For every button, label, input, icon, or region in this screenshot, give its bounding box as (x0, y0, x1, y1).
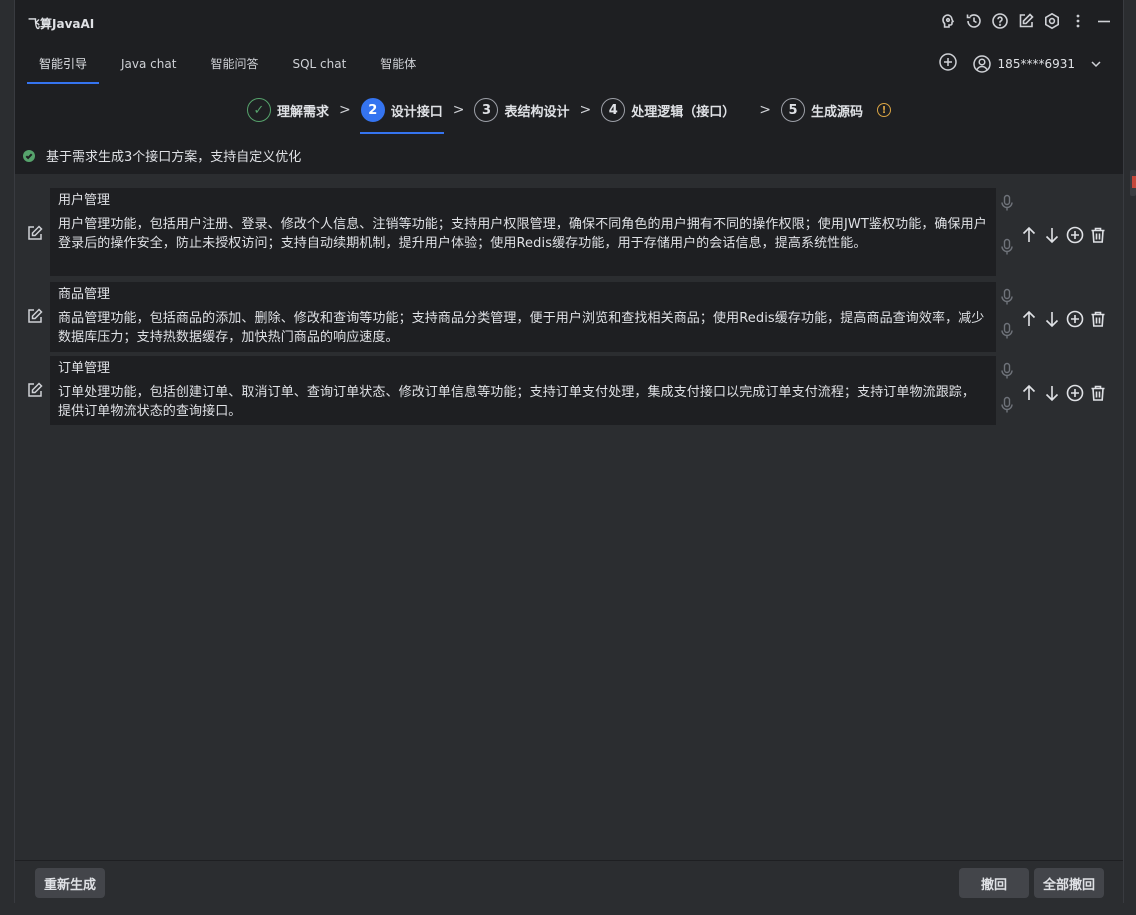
row-actions (1020, 226, 1107, 244)
interface-description: 订单处理功能，包括创建订单、取消订单、查询订单状态、修改订单信息等功能；支持订单… (58, 385, 976, 419)
interface-title: 用户管理 (58, 193, 111, 208)
undo-button[interactable]: 撤回 (959, 868, 1029, 898)
microphone-icon[interactable] (1000, 238, 1014, 256)
user-phone: 185****6931 (997, 57, 1075, 71)
help-icon[interactable] (991, 12, 1009, 30)
interface-description: 用户管理功能，包括用户注册、登录、修改个人信息、注销等功能；支持用户权限管理，确… (58, 217, 987, 251)
footer-bar: 重新生成 撤回 全部撤回 (15, 860, 1123, 903)
interface-card[interactable]: 用户管理 用户管理功能，包括用户注册、登录、修改个人信息、注销等功能；支持用户权… (50, 188, 996, 276)
trash-icon[interactable] (1089, 384, 1107, 402)
step-number: 2 (360, 98, 385, 122)
edit-icon[interactable] (26, 224, 44, 242)
move-up-icon[interactable] (1020, 384, 1038, 402)
chevron-right-icon: > (759, 102, 771, 118)
minimize-icon[interactable] (1095, 12, 1113, 30)
tab-java-chat[interactable]: Java chat (109, 44, 188, 84)
step-label: 生成源码 (810, 104, 863, 120)
settings-icon[interactable] (1043, 12, 1061, 30)
user-menu[interactable]: 185****6931 (972, 54, 1103, 74)
regenerate-button[interactable]: 重新生成 (35, 868, 105, 898)
step-label: 设计接口 (390, 104, 443, 120)
trash-icon[interactable] (1089, 226, 1107, 244)
step-processing-logic[interactable]: 4 处理逻辑（接口） (601, 90, 735, 130)
interface-card[interactable]: 商品管理 商品管理功能，包括商品的添加、删除、修改和查询等功能；支持商品分类管理… (50, 282, 996, 352)
step-label: 处理逻辑（接口） (631, 104, 736, 120)
tab-smart-qa[interactable]: 智能问答 (198, 44, 270, 84)
tab-smart-guide[interactable]: 智能引导 (27, 44, 100, 84)
user-avatar-icon (972, 55, 991, 73)
microphone-icon[interactable] (1000, 194, 1014, 212)
chevron-right-icon: > (339, 102, 351, 118)
chevron-right-icon: > (452, 102, 465, 118)
ai-brain-icon[interactable] (939, 12, 957, 30)
header-actions: 185****6931 (938, 52, 1103, 76)
title-toolbar (939, 12, 1113, 30)
interface-title: 订单管理 (58, 361, 111, 376)
undo-all-button[interactable]: 全部撤回 (1034, 868, 1104, 898)
list-item: 商品管理 商品管理功能，包括商品的添加、删除、修改和查询等功能；支持商品分类管理… (15, 282, 1123, 352)
edit-note-icon[interactable] (1017, 12, 1035, 30)
step-check-icon: ✓ (246, 98, 271, 122)
move-down-icon[interactable] (1043, 384, 1061, 402)
interface-description: 商品管理功能，包括商品的添加、删除、修改和查询等功能；支持商品分类管理，便于用户… (58, 311, 985, 345)
list-item: 用户管理 用户管理功能，包括用户注册、登录、修改个人信息、注销等功能；支持用户权… (15, 188, 1123, 278)
move-up-icon[interactable] (1020, 310, 1038, 328)
microphone-icon[interactable] (1000, 288, 1014, 306)
move-up-icon[interactable] (1020, 226, 1038, 244)
new-session-button[interactable] (938, 52, 958, 76)
edit-icon[interactable] (26, 307, 44, 325)
edit-icon[interactable] (26, 381, 44, 399)
success-icon (23, 149, 35, 162)
add-circle-icon[interactable] (1066, 226, 1084, 244)
microphone-icon[interactable] (1000, 396, 1014, 414)
tab-sql-chat[interactable]: SQL chat (280, 44, 358, 84)
step-generate-source[interactable]: 5 生成源码 (780, 90, 863, 130)
chevron-down-icon (1091, 61, 1101, 68)
list-item: 订单管理 订单处理功能，包括创建订单、取消订单、查询订单状态、修改订单信息等功能… (15, 356, 1123, 426)
status-text: 基于需求生成3个接口方案，支持自定义优化 (46, 150, 302, 165)
step-table-design[interactable]: 3 表结构设计 (474, 90, 570, 130)
info-icon[interactable]: ! (877, 103, 891, 117)
step-design-interface[interactable]: 2 设计接口 (359, 90, 444, 134)
interface-list: 用户管理 用户管理功能，包括用户注册、登录、修改个人信息、注销等功能；支持用户权… (15, 174, 1123, 860)
step-number: 4 (601, 98, 626, 122)
interface-title: 商品管理 (58, 287, 111, 302)
interface-card[interactable]: 订单管理 订单处理功能，包括创建订单、取消订单、查询订单状态、修改订单信息等功能… (50, 356, 996, 425)
row-actions (1020, 310, 1107, 328)
microphone-icon[interactable] (1000, 362, 1014, 380)
mode-tabs: 智能引导 Java chat 智能问答 SQL chat 智能体 (27, 44, 438, 84)
status-message: 基于需求生成3个接口方案，支持自定义优化 (23, 146, 301, 165)
workflow-stepper: ✓ 理解需求 > 2 设计接口 > 3 表结构设计 > 4 处理逻辑（接口） >… (15, 86, 1123, 134)
chevron-right-icon: > (579, 102, 592, 118)
more-options-icon[interactable] (1069, 12, 1087, 30)
title-bar: 飞算JavaAI (15, 0, 1123, 44)
trash-icon[interactable] (1089, 310, 1107, 328)
tab-agent[interactable]: 智能体 (368, 44, 428, 84)
step-understand-requirements[interactable]: ✓ 理解需求 (246, 90, 329, 130)
app-title: 飞算JavaAI (28, 17, 95, 31)
history-icon[interactable] (965, 12, 983, 30)
step-number: 5 (780, 98, 805, 122)
microphone-icon[interactable] (1000, 322, 1014, 340)
ide-bottom-strip (0, 903, 1136, 915)
add-circle-icon (938, 53, 957, 71)
side-scroll-marker[interactable] (1130, 170, 1136, 196)
add-circle-icon[interactable] (1066, 310, 1084, 328)
step-label: 表结构设计 (504, 104, 570, 120)
step-number: 3 (474, 98, 499, 122)
step-label: 理解需求 (276, 104, 329, 120)
move-down-icon[interactable] (1043, 226, 1061, 244)
row-actions (1020, 384, 1107, 402)
plugin-panel: 飞算JavaAI 智能引导 Java chat 智能问答 SQL chat 智能… (14, 0, 1124, 903)
add-circle-icon[interactable] (1066, 384, 1084, 402)
move-down-icon[interactable] (1043, 310, 1061, 328)
